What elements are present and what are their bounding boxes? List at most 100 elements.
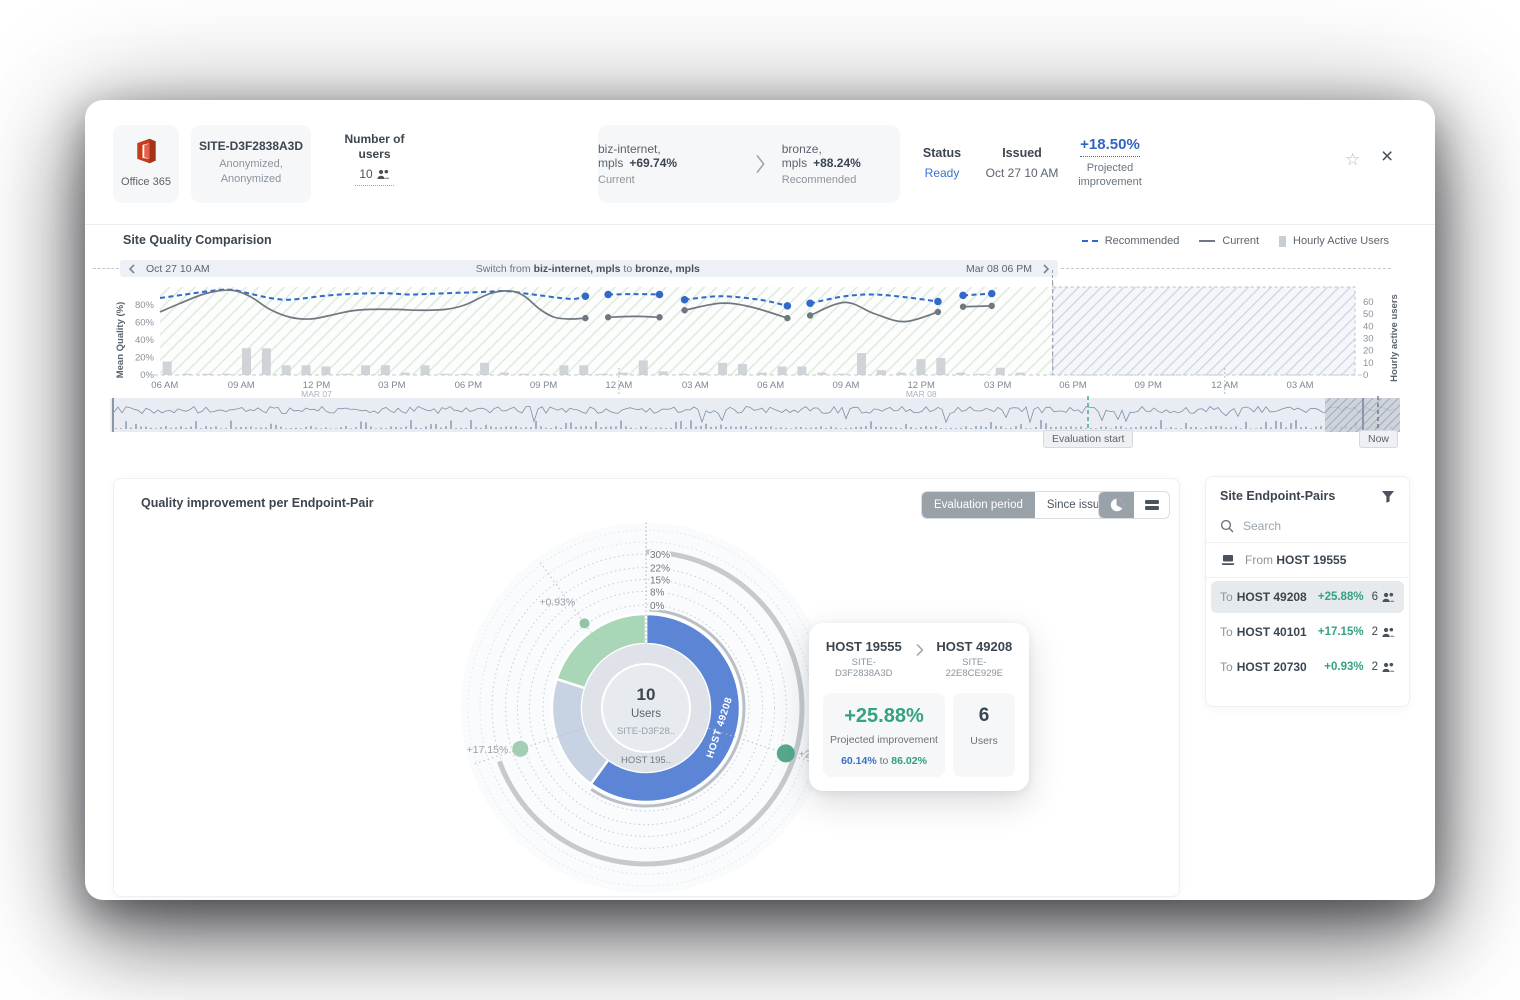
svg-text:03 PM: 03 PM bbox=[984, 380, 1012, 391]
hourly-users-bar bbox=[1016, 373, 1025, 375]
projected-improvement-value[interactable]: +18.50% bbox=[1080, 136, 1140, 157]
site-id: SITE-D3F2838A3D bbox=[191, 139, 311, 153]
hourly-users-bar bbox=[678, 374, 687, 375]
hourly-users-bar bbox=[401, 373, 410, 375]
improvement-dot-host-49208 bbox=[777, 744, 795, 762]
endpoint-pair-donut-chart[interactable]: +25.88%HOST 49208+17.15%+0.93%10UsersSIT… bbox=[456, 518, 836, 898]
svg-text:15%: 15% bbox=[650, 576, 670, 587]
center-users-label: Users bbox=[631, 708, 661, 720]
hourly-users-bar bbox=[242, 348, 251, 375]
toggle-evaluation-period[interactable]: Evaluation period bbox=[922, 492, 1035, 518]
legend-label: Recommended bbox=[1105, 235, 1180, 247]
hourly-users-bar bbox=[540, 374, 549, 375]
close-icon[interactable]: × bbox=[1381, 145, 1393, 169]
inner-ring-host-label: HOST 195.. bbox=[621, 755, 671, 766]
users-count[interactable]: 10 bbox=[355, 164, 393, 186]
application-name: Office 365 bbox=[113, 176, 179, 188]
svg-text:09 PM: 09 PM bbox=[530, 380, 558, 391]
status-value: Ready bbox=[907, 166, 977, 180]
hourly-users-bar bbox=[797, 366, 806, 375]
current-path-value: +69.74% bbox=[629, 156, 677, 170]
recommendation-detail-window: Office 365 SITE-D3F2838A3D Anonymized, A… bbox=[85, 100, 1435, 900]
range-next-icon[interactable] bbox=[1042, 264, 1050, 274]
svg-text:22%: 22% bbox=[650, 564, 670, 575]
svg-text:60: 60 bbox=[1363, 297, 1374, 308]
center-site-label: SITE-D3F28.. bbox=[617, 726, 675, 737]
hourly-users-bar bbox=[996, 368, 1005, 375]
tooltip-improvement-value: +25.88% bbox=[829, 705, 939, 728]
search-icon bbox=[1220, 519, 1234, 533]
legend-label: Hourly Active Users bbox=[1293, 235, 1389, 247]
pair-user-count: 2 bbox=[1372, 626, 1378, 638]
favorite-star-icon[interactable]: ☆ bbox=[1345, 150, 1360, 170]
filter-icon[interactable] bbox=[1381, 490, 1395, 503]
users-label-2: users bbox=[358, 147, 390, 161]
number-of-users-block: Number of users 10 bbox=[327, 132, 422, 186]
hourly-users-bar bbox=[916, 359, 925, 375]
tooltip-from-endpoint: HOST 19555 SITE-D3F2838A3D bbox=[823, 639, 905, 679]
site-sub-line2: Anonymized bbox=[221, 173, 282, 185]
legend-item-2[interactable]: Hourly Active Users bbox=[1279, 235, 1389, 247]
svg-text:30: 30 bbox=[1363, 334, 1374, 345]
improvement-dot-host-20730 bbox=[580, 618, 590, 628]
tooltip-from-host: HOST 19555 bbox=[823, 639, 905, 654]
pair-row-host-40101[interactable]: ToHOST 40101+17.15%2 bbox=[1211, 616, 1404, 648]
range-prev-icon[interactable] bbox=[128, 264, 136, 274]
svg-text:06 AM: 06 AM bbox=[151, 380, 178, 391]
hourly-users-bar bbox=[321, 366, 330, 375]
pair-row-host-20730[interactable]: ToHOST 20730+0.93%2 bbox=[1211, 651, 1404, 683]
hourly-users-bar bbox=[262, 348, 271, 375]
list-view-icon[interactable] bbox=[1134, 492, 1169, 518]
hourly-users-bar bbox=[559, 365, 568, 375]
timeline-scrubber[interactable] bbox=[110, 396, 1410, 436]
hourly-users-bar bbox=[698, 373, 707, 375]
svg-text:+0.93%: +0.93% bbox=[539, 596, 575, 608]
pair-host: HOST 49208 bbox=[1237, 590, 1318, 604]
svg-text:10: 10 bbox=[1363, 358, 1374, 369]
svg-text:03 AM: 03 AM bbox=[682, 380, 709, 391]
current-path-label: Current bbox=[598, 174, 738, 186]
hourly-users-bar bbox=[163, 362, 172, 375]
center-users-count: 10 bbox=[637, 685, 656, 704]
hourly-users-bar bbox=[361, 365, 370, 375]
legend-item-0[interactable]: Recommended bbox=[1082, 235, 1180, 247]
hourly-users-bar bbox=[500, 373, 509, 375]
pie-view-icon[interactable] bbox=[1099, 492, 1134, 518]
time-range-bar[interactable]: Oct 27 10 AM Switch from biz-internet, m… bbox=[120, 260, 1058, 277]
hourly-users-bar bbox=[619, 373, 628, 375]
users-icon bbox=[1382, 662, 1395, 673]
tooltip-to-host: HOST 49208 bbox=[933, 639, 1015, 654]
site-card: SITE-D3F2838A3D Anonymized, Anonymized bbox=[191, 125, 311, 203]
hourly-users-bar bbox=[440, 374, 449, 375]
current-path: biz-internet, mpls+69.74% Current bbox=[598, 142, 738, 186]
hourly-users-bar bbox=[976, 374, 985, 375]
hourly-users-bar bbox=[460, 374, 469, 375]
svg-text:Mean Quality (%): Mean Quality (%) bbox=[115, 302, 126, 379]
tooltip-users-value: 6 bbox=[959, 705, 1009, 727]
hourly-users-bar bbox=[202, 374, 211, 375]
svg-text:09 PM: 09 PM bbox=[1135, 380, 1163, 391]
svg-text:20: 20 bbox=[1363, 346, 1374, 357]
period-toggle: Evaluation period Since issued bbox=[921, 491, 1125, 519]
pair-row-host-49208[interactable]: ToHOST 49208+25.88%6 bbox=[1211, 581, 1404, 613]
svg-text:50: 50 bbox=[1363, 309, 1374, 320]
hourly-users-bar bbox=[837, 374, 846, 375]
projected-label-2: improvement bbox=[1078, 176, 1142, 188]
range-start: Oct 27 10 AM bbox=[146, 263, 210, 275]
now-tag: Now bbox=[1359, 430, 1398, 448]
pair-host: HOST 40101 bbox=[1237, 625, 1318, 639]
application-card: Office 365 bbox=[113, 125, 179, 203]
chart-legend: Recommended Current Hourly Active Users bbox=[1082, 235, 1389, 247]
host-device-icon bbox=[1220, 554, 1236, 566]
hourly-users-bar bbox=[341, 374, 350, 375]
quality-improvement-card: Quality improvement per Endpoint-Pair Ev… bbox=[113, 478, 1180, 897]
tooltip-improvement-panel: +25.88% Projected improvement 60.14% to … bbox=[823, 693, 945, 777]
projected-improvement-block: +18.50% Projected improvement bbox=[1063, 136, 1157, 189]
search-input[interactable] bbox=[1243, 519, 1363, 533]
pair-improvement: +0.93% bbox=[1324, 661, 1363, 673]
legend-item-1[interactable]: Current bbox=[1199, 235, 1259, 247]
svg-text:06 AM: 06 AM bbox=[757, 380, 784, 391]
hourly-users-bar bbox=[897, 373, 906, 375]
svg-text:03 PM: 03 PM bbox=[378, 380, 406, 391]
site-quality-chart[interactable]: 0%20%40%60%80%Mean Quality (%)0102030405… bbox=[110, 282, 1410, 398]
